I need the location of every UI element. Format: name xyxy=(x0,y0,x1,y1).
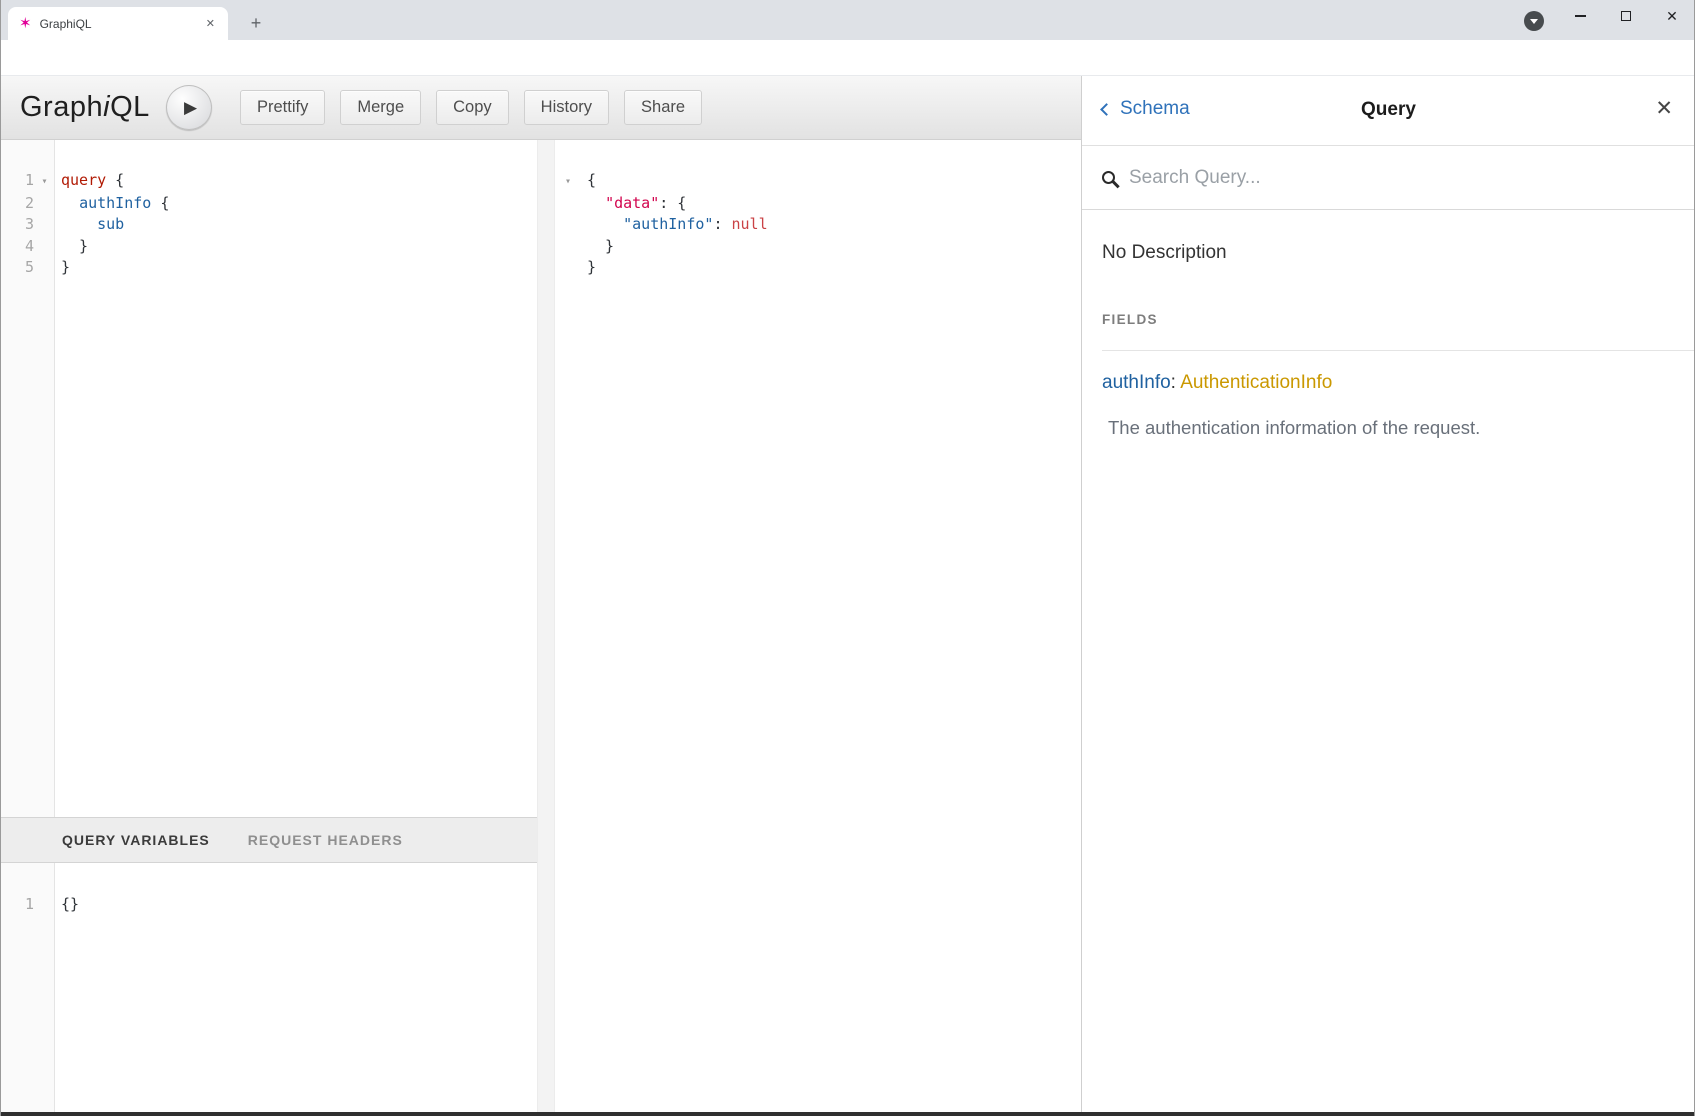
tab-query-variables[interactable]: QUERY VARIABLES xyxy=(62,832,210,848)
docs-divider xyxy=(1102,350,1695,351)
minimize-icon xyxy=(1575,15,1586,17)
doc-explorer-header: Schema Query ✕ xyxy=(1082,76,1695,146)
graphql-favicon-icon: ✶ xyxy=(19,16,32,31)
browser-toolbar: ← → ⟳ ⓘ localhost:3000/graphql ☆ P ⚛ Tp … xyxy=(0,40,1695,76)
tab-request-headers[interactable]: REQUEST HEADERS xyxy=(248,832,403,848)
docs-title: Query xyxy=(1082,99,1695,121)
graphiql-topbar: GraphiQL ▶ Prettify Merge Copy History S… xyxy=(0,76,1081,140)
browser-tab-strip: ✶ GraphiQL ✕ + ✕ xyxy=(0,0,1695,40)
docs-body: No Description FIELDS authInfo: Authenti… xyxy=(1082,210,1695,439)
window-bottom-edge xyxy=(0,1112,1695,1116)
fold-gutter xyxy=(555,214,581,236)
code-line: } xyxy=(55,257,537,279)
result-viewer: ▾{ "data": { "authInfo": null }} xyxy=(555,140,1081,1112)
line-number: 5 xyxy=(0,257,34,279)
line-number: 1 xyxy=(0,170,34,193)
play-icon: ▶ xyxy=(181,98,197,118)
code-line: } xyxy=(581,257,1081,279)
code-line: sub xyxy=(55,214,537,236)
fold-gutter xyxy=(34,257,55,279)
fold-gutter xyxy=(34,214,55,236)
doc-explorer: Schema Query ✕ No Description FIELDS aut… xyxy=(1081,76,1695,1112)
line-number: 1 xyxy=(0,894,34,916)
close-window-button[interactable]: ✕ xyxy=(1649,0,1695,32)
tab-search-button[interactable] xyxy=(1524,11,1544,31)
code-line: authInfo { xyxy=(55,193,537,215)
logo-ql: QL xyxy=(110,91,150,123)
fold-gutter xyxy=(34,236,55,258)
code-line: } xyxy=(581,236,1081,258)
window-controls: ✕ xyxy=(1557,0,1695,32)
logo-graph: Graph xyxy=(20,91,103,123)
code-line: "data": { xyxy=(581,193,1081,215)
line-number: 4 xyxy=(0,236,34,258)
query-variables-editor[interactable]: 1 {} xyxy=(0,863,537,1112)
fold-gutter xyxy=(34,193,55,215)
maximize-icon xyxy=(1621,11,1631,21)
maximize-button[interactable] xyxy=(1603,0,1649,32)
fold-arrow-icon[interactable]: ▾ xyxy=(34,170,55,193)
copy-button[interactable]: Copy xyxy=(436,90,509,125)
docs-field-description: The authentication information of the re… xyxy=(1102,417,1695,439)
fold-gutter xyxy=(555,193,581,215)
toolbar-buttons: Prettify Merge Copy History Share xyxy=(240,90,702,125)
tab-title: GraphiQL xyxy=(40,17,201,31)
prettify-button[interactable]: Prettify xyxy=(240,90,325,125)
variables-tab-bar: QUERY VARIABLES REQUEST HEADERS xyxy=(0,817,537,863)
fold-gutter xyxy=(555,257,581,279)
code-line: {} xyxy=(55,894,537,916)
query-editor[interactable]: 1▾query { 2 authInfo { 3 sub 4 } 5} xyxy=(0,140,537,817)
docs-close-button[interactable]: ✕ xyxy=(1655,96,1673,121)
fold-gutter xyxy=(555,236,581,258)
fold-arrow-icon[interactable]: ▾ xyxy=(555,170,581,193)
docs-no-description: No Description xyxy=(1102,242,1695,264)
code-line: "authInfo": null xyxy=(581,214,1081,236)
left-pane: 1▾query {2 authInfo {3 sub4 }5} QUERY VA… xyxy=(0,140,537,1112)
execute-query-button[interactable]: ▶ xyxy=(166,85,212,130)
history-button[interactable]: History xyxy=(524,90,609,125)
docs-search-input[interactable] xyxy=(1129,167,1675,189)
fold-gutter xyxy=(34,894,55,916)
code-line: } xyxy=(55,236,537,258)
graphiql-logo: GraphiQL xyxy=(20,91,150,124)
code-line: query { xyxy=(55,170,537,193)
field-separator: : xyxy=(1171,372,1181,393)
new-tab-button[interactable]: + xyxy=(242,9,270,37)
merge-button[interactable]: Merge xyxy=(340,90,421,125)
minimize-button[interactable] xyxy=(1557,0,1603,32)
docs-search-row xyxy=(1082,146,1695,210)
share-button[interactable]: Share xyxy=(624,90,702,125)
line-number: 2 xyxy=(0,193,34,215)
docs-fields-heading: FIELDS xyxy=(1102,312,1695,327)
pane-divider[interactable] xyxy=(537,140,555,1112)
browser-tab[interactable]: ✶ GraphiQL ✕ xyxy=(8,7,228,40)
tab-close-icon[interactable]: ✕ xyxy=(201,14,220,33)
search-icon xyxy=(1102,171,1115,184)
code-line: { xyxy=(581,170,1081,193)
field-type-link[interactable]: AuthenticationInfo xyxy=(1180,372,1332,393)
line-number: 3 xyxy=(0,214,34,236)
chevron-down-icon xyxy=(1530,19,1538,24)
docs-field-row: authInfo: AuthenticationInfo xyxy=(1102,372,1695,394)
field-name-link[interactable]: authInfo xyxy=(1102,372,1171,393)
